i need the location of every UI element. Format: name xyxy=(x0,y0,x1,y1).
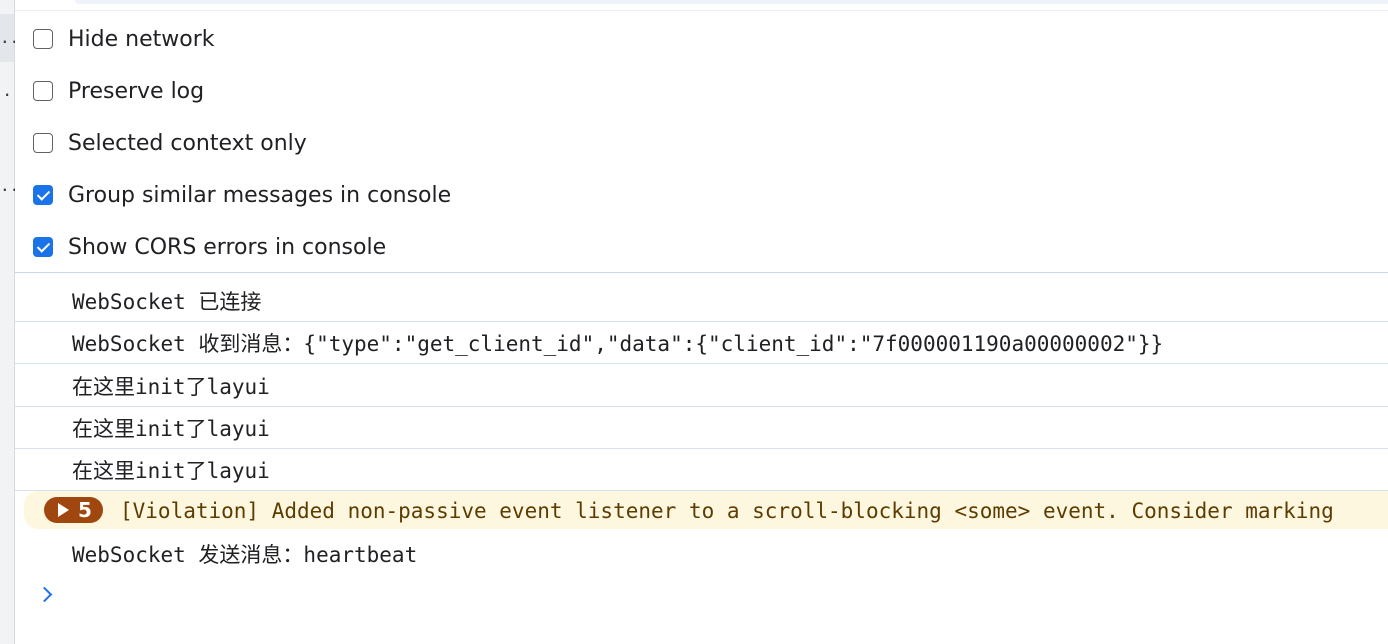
gutter-ellipsis: . xyxy=(2,81,12,100)
warning-message-text[interactable]: [Violation] Added non-passive event list… xyxy=(120,491,1334,529)
show-cors-errors-checkbox[interactable] xyxy=(33,237,53,257)
setting-label: Preserve log xyxy=(68,78,205,104)
console-message: 在这里init了layui xyxy=(15,407,1388,449)
console-message: WebSocket 已连接 xyxy=(15,280,1388,322)
console-messages: WebSocket 已连接 WebSocket 收到消息：{"type":"ge… xyxy=(15,273,1388,644)
selected-context-only-checkbox[interactable] xyxy=(33,133,53,153)
left-sidebar-gutter: .. . .. xyxy=(0,0,20,644)
chevron-right-icon xyxy=(36,586,53,603)
console-message: WebSocket 发送消息：heartbeat xyxy=(15,533,1388,575)
toolbar-filter-bar-edge xyxy=(75,0,1388,4)
console-message: 在这里init了layui xyxy=(15,365,1388,407)
gutter-ellipsis: .. xyxy=(0,176,20,195)
devtools-console-panel: .. . .. Hide network Preserve log Select… xyxy=(0,0,1388,644)
setting-label: Show CORS errors in console xyxy=(68,234,387,260)
console-message-text[interactable]: 在这里init了layui xyxy=(72,365,270,407)
console-settings-pane: Hide network Preserve log Selected conte… xyxy=(15,11,1388,273)
repeat-count-badge[interactable]: 5 xyxy=(44,497,103,523)
console-warning-message[interactable]: 5 [Violation] Added non-passive event li… xyxy=(24,491,1388,529)
gutter-ellipsis: .. xyxy=(0,28,20,47)
group-similar-checkbox[interactable] xyxy=(33,185,53,205)
toolbar-edge xyxy=(15,0,1388,11)
setting-label: Selected context only xyxy=(68,130,307,156)
console-message-text[interactable]: WebSocket 已连接 xyxy=(72,280,261,322)
repeat-count: 5 xyxy=(78,498,92,522)
console-message-text[interactable]: 在这里init了layui xyxy=(72,449,270,491)
expand-triangle-icon[interactable] xyxy=(58,503,69,517)
console-message-text[interactable]: WebSocket 收到消息：{"type":"get_client_id","… xyxy=(72,322,1163,364)
hide-network-checkbox[interactable] xyxy=(33,29,53,49)
console-message: 在这里init了layui xyxy=(15,449,1388,491)
preserve-log-checkbox[interactable] xyxy=(33,81,53,101)
console-message: WebSocket 收到消息：{"type":"get_client_id","… xyxy=(15,322,1388,364)
setting-label: Hide network xyxy=(68,26,215,52)
console-message-text[interactable]: WebSocket 发送消息：heartbeat xyxy=(72,533,417,575)
setting-label: Group similar messages in console xyxy=(68,182,452,208)
console-prompt[interactable] xyxy=(36,584,57,608)
console-message-text[interactable]: 在这里init了layui xyxy=(72,407,270,449)
